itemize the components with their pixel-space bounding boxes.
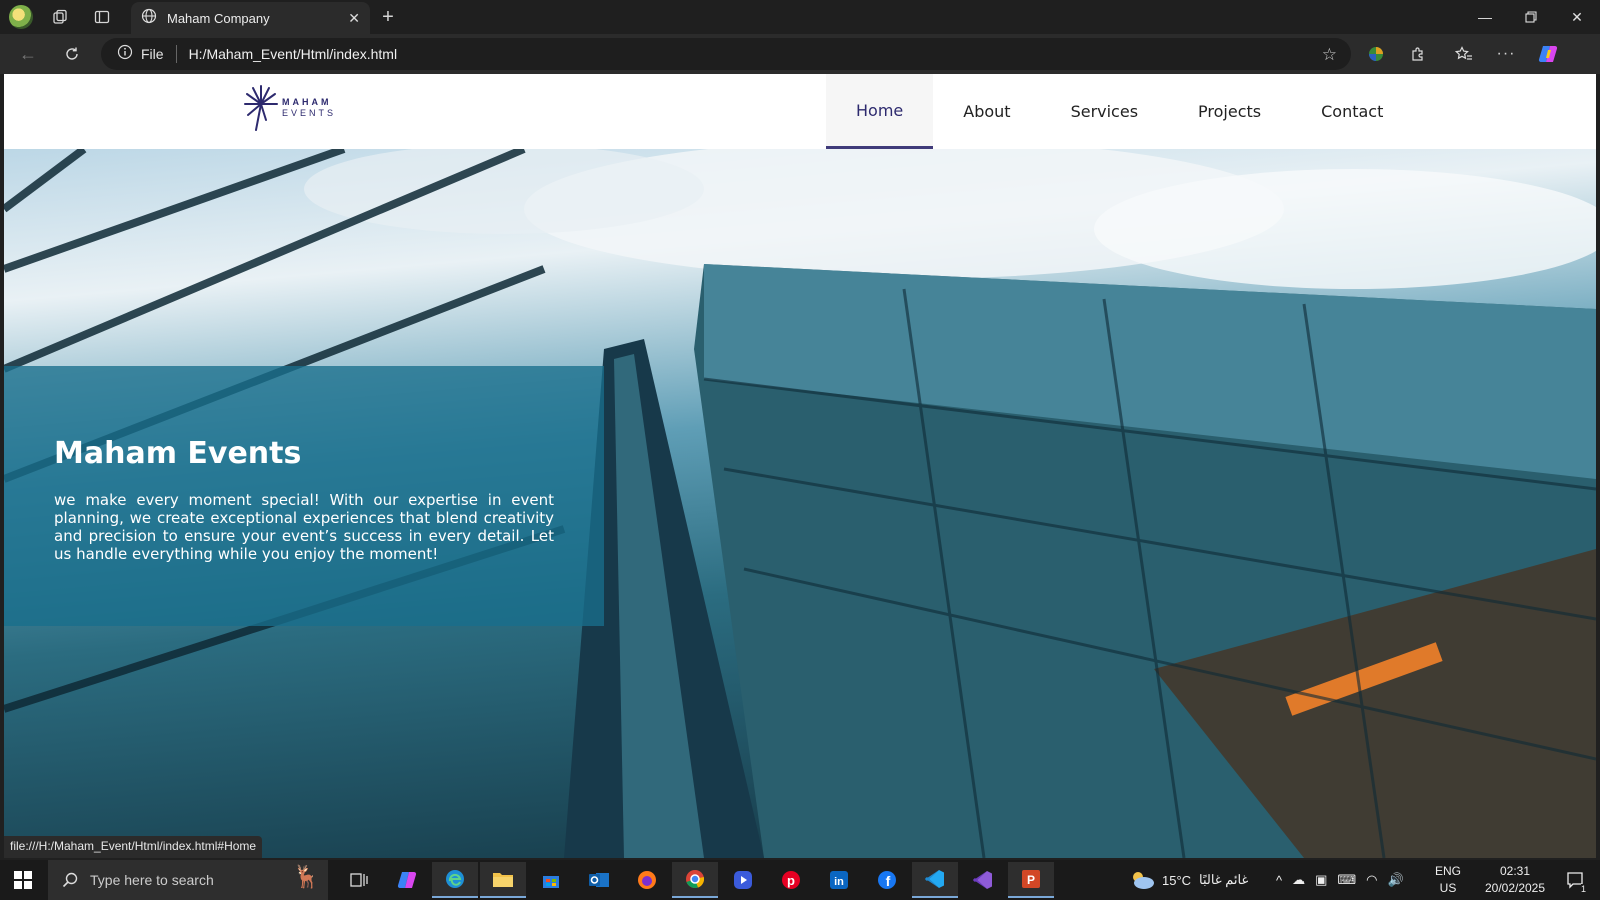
vscode-icon[interactable] <box>912 862 958 898</box>
favorite-star-icon[interactable]: ☆ <box>1322 45 1337 65</box>
address-bar[interactable]: File H:/Maham_Event/Html/index.html ☆ <box>101 38 1351 70</box>
search-placeholder: Type here to search <box>90 872 214 888</box>
restore-icon[interactable] <box>1508 0 1554 34</box>
extension-color-icon[interactable] <box>1362 42 1390 66</box>
copilot-icon[interactable] <box>1534 41 1562 67</box>
address-url[interactable]: H:/Maham_Event/Html/index.html <box>189 46 398 62</box>
hero-description: we make every moment special! With our e… <box>54 491 554 563</box>
facebook-icon[interactable]: f <box>864 862 910 898</box>
taskbar-clock[interactable]: 02:31 20/02/2025 <box>1480 863 1550 897</box>
windows-logo-icon <box>14 871 32 889</box>
notification-count: 1 <box>1580 884 1586 894</box>
collections-icon[interactable] <box>48 6 72 28</box>
start-button[interactable] <box>0 860 46 900</box>
logo-line-events: EVENTS <box>282 108 337 118</box>
svg-text:p: p <box>787 873 795 888</box>
svg-text:f: f <box>886 873 891 889</box>
taskbar-search[interactable]: Type here to search 🦌 <box>48 860 328 900</box>
nav-about[interactable]: About <box>933 74 1040 149</box>
svg-text:P: P <box>1027 873 1035 887</box>
tab-title: Maham Company <box>167 10 270 26</box>
edge-app-icon[interactable] <box>432 862 478 898</box>
browser-toolbar: ← File H:/Maham_Event/Html/index.html ☆ … <box>0 34 1600 74</box>
chevron-up-icon[interactable]: ^ <box>1276 873 1282 888</box>
site-logo[interactable]: MAHAM EVENTS <box>244 80 344 136</box>
volume-icon[interactable]: 🔊 <box>1388 872 1404 888</box>
lang-region: US <box>1439 881 1457 895</box>
page-viewport: MAHAM EVENTS Home About Services Project… <box>4 74 1596 858</box>
extensions-puzzle-icon[interactable] <box>1404 42 1432 66</box>
tab-maham-company[interactable]: Maham Company ✕ <box>131 2 370 34</box>
refresh-icon[interactable] <box>58 42 86 66</box>
svg-text:in: in <box>834 876 844 888</box>
onedrive-cloud-icon[interactable]: ☁ <box>1292 872 1305 888</box>
clock-time: 02:31 <box>1499 864 1531 878</box>
sunburst-logo-icon <box>244 85 278 131</box>
weather-temp: 15°C <box>1162 872 1192 888</box>
pinterest-icon[interactable]: p <box>768 862 814 898</box>
address-divider <box>175 45 177 63</box>
notification-center-icon[interactable]: 1 <box>1560 860 1590 900</box>
back-icon[interactable]: ← <box>14 42 42 66</box>
file-explorer-icon[interactable] <box>480 862 526 898</box>
microsoft-store-icon[interactable] <box>528 862 574 898</box>
weather-widget[interactable]: 15°C غائم غالبًا <box>1128 860 1248 900</box>
clock-date: 20/02/2025 <box>1484 881 1546 895</box>
link-status-bar: file:///H:/Maham_Event/Html/index.html#H… <box>4 836 263 858</box>
cloudy-weather-icon <box>1133 872 1154 889</box>
globe-icon <box>141 8 157 29</box>
nav-contact[interactable]: Contact <box>1291 74 1413 149</box>
nav-home[interactable]: Home <box>826 74 934 149</box>
favorites-icon[interactable] <box>1450 42 1478 66</box>
outlook-icon[interactable] <box>576 862 622 898</box>
lang-code: ENG <box>1434 864 1461 878</box>
vertical-tabs-icon[interactable] <box>90 6 114 28</box>
logo-line-maham: MAHAM <box>282 97 332 107</box>
weather-desc: غائم غالبًا <box>1199 872 1249 887</box>
copilot-app-icon[interactable] <box>384 862 430 898</box>
more-menu-icon[interactable]: ··· <box>1492 42 1520 66</box>
search-icon <box>62 872 78 888</box>
linkedin-icon[interactable]: in <box>816 862 862 898</box>
close-window-icon[interactable]: ✕ <box>1554 0 1600 34</box>
ime-icon[interactable]: ⌨ <box>1337 872 1356 888</box>
media-player-icon[interactable] <box>720 862 766 898</box>
firefox-icon[interactable] <box>624 862 670 898</box>
close-tab-icon[interactable]: ✕ <box>348 10 360 27</box>
hero-text-panel: Maham Events we make every moment specia… <box>4 366 604 626</box>
main-nav: Home About Services Projects Contact <box>826 74 1413 149</box>
powerpoint-icon[interactable]: P <box>1008 862 1054 898</box>
meet-now-icon[interactable]: ▣ <box>1315 872 1327 888</box>
new-tab-icon[interactable]: + <box>376 6 400 28</box>
nav-projects[interactable]: Projects <box>1168 74 1291 149</box>
chrome-icon[interactable] <box>672 862 718 898</box>
site-header: MAHAM EVENTS Home About Services Project… <box>4 74 1596 149</box>
task-view-icon[interactable] <box>336 862 382 898</box>
nav-services[interactable]: Services <box>1041 74 1168 149</box>
info-icon[interactable] <box>117 44 133 65</box>
browser-tabstrip: Maham Company ✕ + — ✕ <box>0 0 1600 34</box>
profile-avatar[interactable] <box>9 5 33 29</box>
address-scheme: File <box>141 46 164 62</box>
wifi-icon[interactable]: ◠ <box>1366 872 1377 888</box>
system-tray: ^ ☁ ▣ ⌨ ◠ 🔊 <box>1276 860 1404 900</box>
windows-taskbar: Type here to search 🦌 p in f P 15°C غائم… <box>0 860 1600 900</box>
deer-search-highlight-icon: 🦌 <box>292 864 320 889</box>
language-indicator[interactable]: ENG US <box>1428 863 1468 897</box>
hero-section: Maham Events we make every moment specia… <box>4 149 1596 858</box>
minimize-icon[interactable]: — <box>1462 0 1508 34</box>
visual-studio-icon[interactable] <box>960 862 1006 898</box>
hero-title: Maham Events <box>54 436 302 471</box>
